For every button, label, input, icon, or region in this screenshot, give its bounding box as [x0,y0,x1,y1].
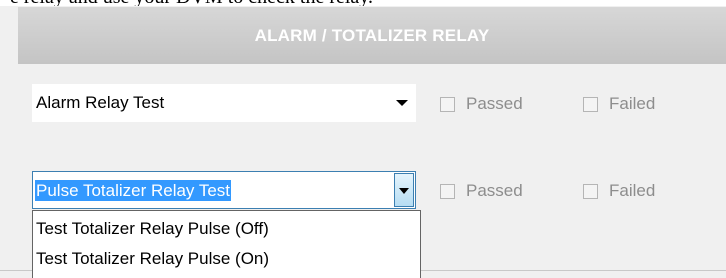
checkbox-icon[interactable] [440,96,455,112]
checkbox-icon[interactable] [583,183,598,199]
alarm-failed-checkbox[interactable]: Failed [583,94,655,114]
dropdown-option-off[interactable]: Test Totalizer Relay Pulse (Off) [33,214,420,244]
select-value: Pulse Totalizer Relay Test [35,180,232,201]
pulse-totalizer-relay-test-select[interactable]: Pulse Totalizer Relay Test [32,171,416,209]
panel-header: ALARM / TOTALIZER RELAY [18,7,726,64]
dropdown-button[interactable] [394,173,414,207]
panel-title: ALARM / TOTALIZER RELAY [254,25,490,45]
select-value: Alarm Relay Test [36,93,165,112]
checkbox-label: Failed [609,94,656,113]
checkbox-label: Passed [466,94,523,113]
checkbox-icon[interactable] [583,96,598,112]
checkbox-icon[interactable] [440,183,455,199]
dropdown-arrow-icon[interactable] [396,100,408,106]
dropdown-arrow-icon [399,188,409,194]
alarm-relay-test-select[interactable]: Alarm Relay Test [32,84,416,122]
pulse-passed-checkbox[interactable]: Passed [440,181,523,201]
checkbox-label: Passed [466,181,523,200]
dropdown-list: Test Totalizer Relay Pulse (Off) Test To… [32,210,421,278]
checkbox-label: Failed [609,181,656,200]
dropdown-option-on[interactable]: Test Totalizer Relay Pulse (On) [33,244,420,274]
alarm-passed-checkbox[interactable]: Passed [440,94,523,114]
pulse-failed-checkbox[interactable]: Failed [583,181,655,201]
